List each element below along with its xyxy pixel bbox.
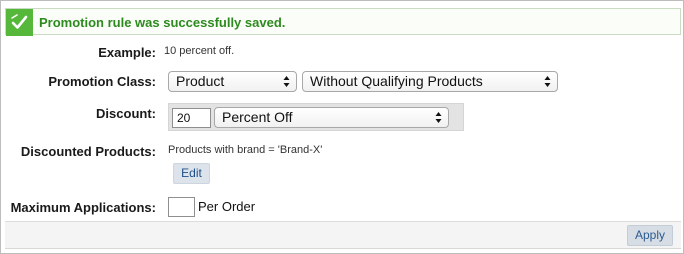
- max-applications-label: Maximum Applications:: [10, 200, 156, 215]
- success-message: Promotion rule was successfully saved.: [39, 15, 286, 30]
- select-arrows-icon: [435, 112, 442, 123]
- apply-button[interactable]: Apply: [627, 225, 673, 246]
- qualifier-select[interactable]: Without Qualifying Products: [302, 71, 558, 92]
- discount-group: 20 Percent Off: [168, 103, 464, 131]
- success-banner: Promotion rule was successfully saved.: [5, 8, 681, 36]
- discounted-products-value: Products with brand = 'Brand-X': [168, 144, 323, 156]
- discount-label: Discount:: [96, 106, 156, 121]
- per-order-label: Per Order: [198, 199, 256, 214]
- success-check-icon: [6, 9, 33, 36]
- discount-type-select[interactable]: Percent Off: [214, 107, 449, 128]
- max-applications-input[interactable]: [168, 197, 195, 217]
- example-value: 10 percent off.: [164, 45, 235, 57]
- promotion-class-label: Promotion Class:: [48, 74, 156, 89]
- edit-products-button[interactable]: Edit: [173, 163, 210, 184]
- discounted-products-label: Discounted Products:: [20, 144, 156, 159]
- promotion-class-select[interactable]: Product: [168, 71, 297, 92]
- form-footer: Apply: [5, 222, 681, 249]
- discount-type-selected: Percent Off: [222, 109, 293, 125]
- discount-amount-input[interactable]: 20: [172, 108, 211, 128]
- example-label: Example:: [98, 45, 156, 60]
- select-arrows-icon: [283, 76, 290, 87]
- qualifier-selected: Without Qualifying Products: [310, 73, 483, 89]
- promotion-rule-panel: Promotion rule was successfully saved. E…: [0, 0, 684, 254]
- promotion-class-selected: Product: [176, 73, 225, 89]
- select-arrows-icon: [544, 76, 551, 87]
